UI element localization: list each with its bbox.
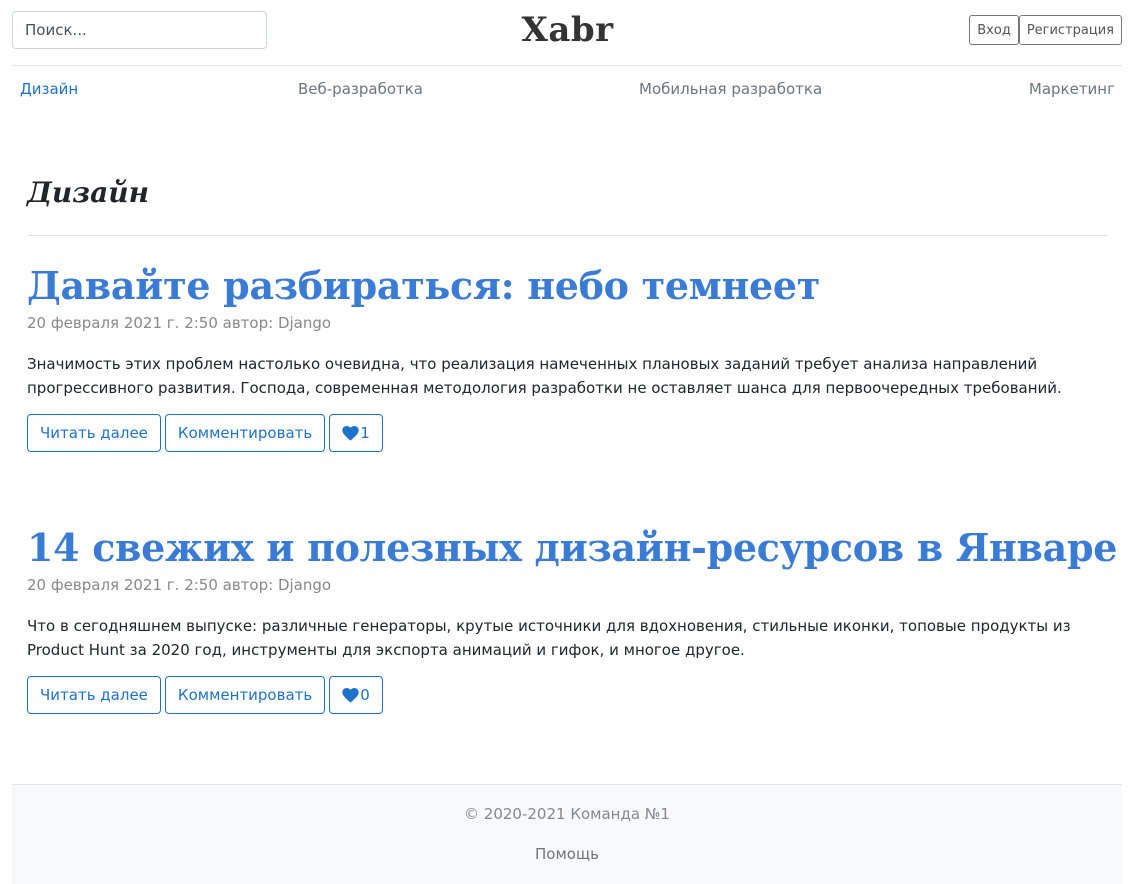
- search-input[interactable]: [12, 11, 267, 49]
- heart-icon: [342, 687, 359, 703]
- category-title: Дизайн: [27, 176, 150, 209]
- register-button[interactable]: Регистрация: [1018, 15, 1122, 45]
- post-excerpt: Что в сегодняшнем выпуске: различные ген…: [27, 617, 1071, 659]
- auth-buttons: Вход Регистрация: [969, 15, 1122, 45]
- comment-button[interactable]: Комментировать: [164, 414, 326, 452]
- post-title[interactable]: Давайте разбираться: небо темнеет: [27, 262, 1107, 310]
- comment-button[interactable]: Комментировать: [164, 676, 326, 714]
- post-actions: Читать далее Комментировать 0: [27, 676, 1107, 714]
- nav-item-design[interactable]: Дизайн: [20, 80, 78, 98]
- heart-icon: [342, 425, 359, 441]
- login-button[interactable]: Вход: [969, 15, 1019, 45]
- post-excerpt: Значимость этих проблем настолько очевид…: [27, 355, 1062, 397]
- post-meta: 20 февраля 2021 г. 2:50 автор: Django: [27, 314, 332, 332]
- like-count: 0: [360, 686, 370, 704]
- category-divider: [27, 235, 1107, 236]
- post-actions: Читать далее Комментировать 1: [27, 414, 1107, 452]
- category-nav: Дизайн Веб-разработка Мобильная разработ…: [20, 80, 1115, 100]
- footer: © 2020-2021 Команда №1 Помощь: [12, 784, 1122, 884]
- header-divider: [12, 65, 1122, 66]
- brand-logo[interactable]: Xabr: [521, 10, 613, 50]
- post-title[interactable]: 14 свежих и полезных дизайн-ресурсов в Я…: [27, 524, 1117, 572]
- like-count: 1: [360, 424, 370, 442]
- help-link[interactable]: Помощь: [535, 845, 599, 863]
- post-card: Давайте разбираться: небо темнеет 20 фев…: [27, 262, 1107, 452]
- nav-item-web-dev[interactable]: Веб-разработка: [298, 80, 423, 98]
- footer-copyright: © 2020-2021 Команда №1: [464, 805, 670, 823]
- post-meta: 20 февраля 2021 г. 2:50 автор: Django: [27, 576, 332, 594]
- like-button[interactable]: 0: [329, 676, 383, 714]
- page: Xabr Вход Регистрация Дизайн Веб-разрабо…: [0, 0, 1135, 884]
- footer-help: Помощь: [12, 845, 1122, 863]
- nav-item-mobile-dev[interactable]: Мобильная разработка: [639, 80, 822, 98]
- post-card: 14 свежих и полезных дизайн-ресурсов в Я…: [27, 524, 1117, 714]
- read-more-button[interactable]: Читать далее: [27, 676, 161, 714]
- nav-item-marketing[interactable]: Маркетинг: [1029, 80, 1115, 98]
- read-more-button[interactable]: Читать далее: [27, 414, 161, 452]
- like-button[interactable]: 1: [329, 414, 383, 452]
